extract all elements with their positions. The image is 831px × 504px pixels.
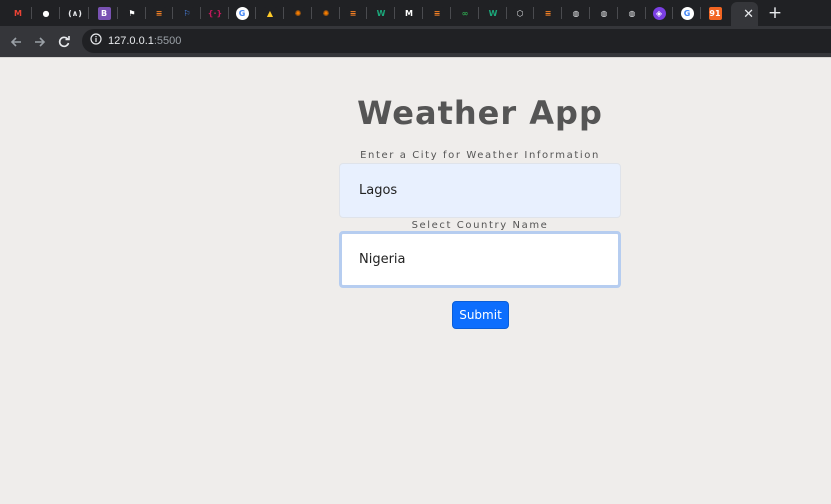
code-bracket-icon: (∧) <box>68 6 82 20</box>
globe-icon: ◍ <box>569 6 583 20</box>
browser-tab[interactable]: ◍ <box>593 3 615 23</box>
tab-separator <box>283 7 284 19</box>
browser-tab[interactable]: ⬡ <box>509 3 531 23</box>
green-wave-icon: ∞ <box>458 6 472 20</box>
tab-separator <box>88 7 89 19</box>
stackoverflow-icon-3: ≡ <box>430 6 444 20</box>
tab-separator <box>200 7 201 19</box>
page-title: Weather App <box>357 94 603 132</box>
pink-bracket-icon: {·} <box>207 6 223 20</box>
browser-tab[interactable]: ⚐ <box>176 3 198 23</box>
tab-separator <box>339 7 340 19</box>
stackoverflow-icon: ≡ <box>152 6 166 20</box>
browser-tab[interactable]: W <box>370 3 392 23</box>
tab-separator <box>117 7 118 19</box>
browser-tab[interactable]: B <box>93 3 115 23</box>
browser-tab[interactable]: ⚑ <box>121 3 143 23</box>
browser-tab[interactable]: ✺ <box>315 3 337 23</box>
browser-tab[interactable]: ≡ <box>426 3 448 23</box>
orange-gear-icon: ✺ <box>291 6 305 20</box>
browser-toolbar: 127.0.0.1:5500 <box>0 26 831 57</box>
tab-separator <box>394 7 395 19</box>
tab-separator <box>450 7 451 19</box>
country-label: Select Country Name <box>411 220 549 231</box>
browser-tab[interactable]: (∧) <box>64 3 86 23</box>
close-tab-icon[interactable]: ✕ <box>743 8 754 21</box>
active-tab[interactable]: ✕ <box>731 2 758 26</box>
m-white-icon: M <box>402 6 416 20</box>
browser-tab[interactable]: M <box>7 3 29 23</box>
browser-tab[interactable]: ◍ <box>621 3 643 23</box>
forward-arrow-icon[interactable] <box>30 32 50 52</box>
browser-tab[interactable]: M <box>398 3 420 23</box>
country-input-value: Nigeria <box>359 252 406 267</box>
github-icon: ● <box>39 6 53 20</box>
browser-tab[interactable]: ≡ <box>537 3 559 23</box>
purple-shield-icon: ◈ <box>652 6 666 20</box>
browser-tab[interactable]: {·} <box>204 3 226 23</box>
bootstrap-icon: B <box>97 6 111 20</box>
info-icon[interactable] <box>90 32 102 50</box>
browser-tab[interactable]: G <box>676 3 698 23</box>
tab-separator <box>672 7 673 19</box>
back-arrow-icon[interactable] <box>6 32 26 52</box>
tab-separator <box>255 7 256 19</box>
orange-gear-icon-2: ✺ <box>319 6 333 20</box>
flag-outline-icon: ⚐ <box>180 6 194 20</box>
tab-separator <box>617 7 618 19</box>
browser-tab[interactable]: ≡ <box>148 3 170 23</box>
reload-icon[interactable] <box>54 32 74 52</box>
city-input[interactable]: Lagos <box>339 163 621 218</box>
firebase-icon: ▲ <box>263 6 277 20</box>
browser-tab[interactable]: ◈ <box>648 3 670 23</box>
tab-separator <box>366 7 367 19</box>
new-tab-icon[interactable]: + <box>766 3 784 23</box>
tab-separator <box>172 7 173 19</box>
tab-separator <box>59 7 60 19</box>
url-port: :5500 <box>153 35 182 47</box>
browser-tab[interactable]: ● <box>35 3 57 23</box>
browser-tab[interactable]: ∞ <box>454 3 476 23</box>
google-icon-2: G <box>680 6 694 20</box>
tab-separator <box>145 7 146 19</box>
tab-separator <box>561 7 562 19</box>
browser-tab[interactable]: W <box>482 3 504 23</box>
tab-separator <box>700 7 701 19</box>
browser-tab[interactable]: ◍ <box>565 3 587 23</box>
flag-icon: ⚑ <box>125 6 139 20</box>
browser-tab[interactable]: ✺ <box>287 3 309 23</box>
stackoverflow-icon-2: ≡ <box>346 6 360 20</box>
submit-button[interactable]: Submit <box>452 301 509 329</box>
orange-91-icon: 91 <box>708 6 722 20</box>
tab-separator <box>31 7 32 19</box>
country-input[interactable]: Nigeria <box>339 231 621 288</box>
tab-separator <box>506 7 507 19</box>
browser-tab[interactable]: ≡ <box>342 3 364 23</box>
cube-icon: ⬡ <box>513 6 527 20</box>
gmail-icon: M <box>11 6 25 20</box>
viewport-divider <box>0 57 831 58</box>
city-label: Enter a City for Weather Information <box>360 150 600 161</box>
google-icon: G <box>235 6 249 20</box>
globe-icon-2: ◍ <box>597 6 611 20</box>
address-bar[interactable]: 127.0.0.1:5500 <box>82 29 831 53</box>
stackoverflow-icon-4: ≡ <box>541 6 555 20</box>
tab-separator <box>478 7 479 19</box>
w-green-icon-2: W <box>486 6 500 20</box>
tab-separator <box>533 7 534 19</box>
browser-tab[interactable]: G <box>231 3 253 23</box>
w-green-icon: W <box>374 6 388 20</box>
tab-separator <box>589 7 590 19</box>
globe-icon-3: ◍ <box>625 6 639 20</box>
city-input-value: Lagos <box>359 183 398 198</box>
tab-separator <box>645 7 646 19</box>
tab-separator <box>228 7 229 19</box>
tab-separator <box>311 7 312 19</box>
browser-tab[interactable]: ▲ <box>259 3 281 23</box>
browser-tab-strip: ✕ + M ● (∧) B ⚑ ≡ ⚐ {·} G ▲ ✺ ✺ ≡ W M ≡ ∞ W ⬡ ≡ ◍ ◍ ◍ ◈ G 91 <box>0 0 831 26</box>
tab-separator <box>422 7 423 19</box>
browser-tab[interactable]: 91 <box>704 3 726 23</box>
url-host: 127.0.0.1 <box>108 35 154 47</box>
